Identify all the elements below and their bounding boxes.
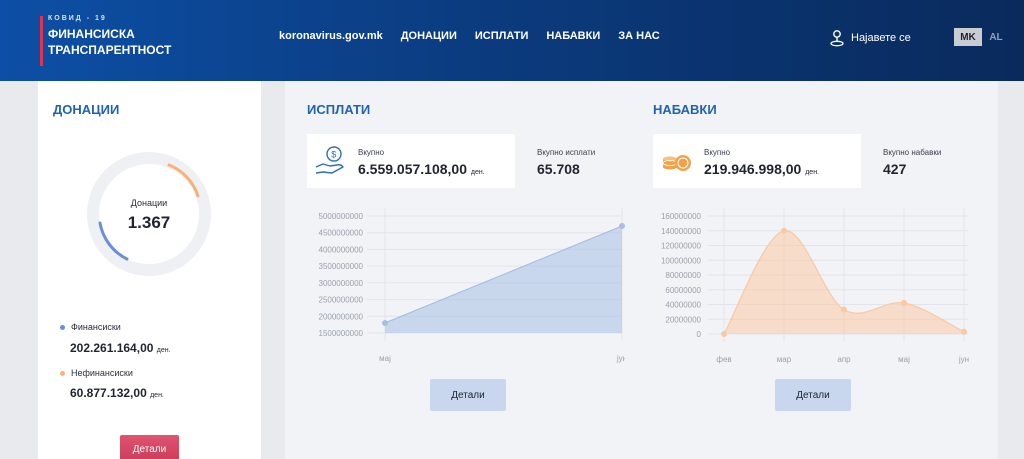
brand-line-1: ФИНАНСИСКА [48, 27, 135, 41]
legend-financial: Финансиски [60, 322, 121, 332]
payments-total-label: Вкупно [358, 148, 385, 157]
money-hand-icon: $ [315, 146, 344, 174]
y-tick-label: 1500000000 [319, 329, 364, 338]
legend-nonfinancial: Нефинансиски [60, 368, 133, 378]
procurements-panel: НАБАВКИ Вкупно 219.946.998,00 ден. Вкупн… [631, 81, 971, 459]
y-tick-label: 3000000000 [319, 279, 364, 288]
y-tick-label: 160000000 [661, 212, 702, 221]
nav-item-site[interactable]: koronavirus.gov.mk [279, 30, 383, 42]
payments-count-value: 65.708 [537, 161, 580, 177]
financial-currency: ден. [156, 347, 171, 354]
procurements-count-value: 427 [883, 161, 907, 177]
procurements-title: НАБАВКИ [653, 102, 717, 117]
y-tick-label: 40000000 [665, 301, 701, 310]
legend-financial-amount: 202.261.164,00 ден. [70, 341, 171, 355]
x-tick-label: мај [379, 354, 391, 363]
payments-currency: ден. [470, 169, 485, 176]
x-tick-label: јун [616, 354, 625, 363]
legend-dot-financial [60, 324, 65, 330]
y-tick-label: 2500000000 [319, 296, 364, 305]
y-tick-label: 20000000 [665, 315, 701, 324]
donut-center-label: Донации [130, 198, 168, 208]
nonfinancial-currency: ден. [150, 392, 164, 399]
payments-count-label: Вкупно исплати [537, 148, 596, 157]
procurements-total-box: Вкупно 219.946.998,00 ден. [653, 134, 861, 188]
data-point [781, 227, 787, 234]
coins-icon [662, 155, 691, 171]
donations-details-button[interactable]: Детали [120, 435, 179, 459]
x-tick-label: мар [777, 355, 792, 364]
y-tick-label: 80000000 [665, 271, 701, 280]
procurements-total-value: 219.946.998,00 [704, 161, 802, 177]
legend-nonfinancial-label: Нефинансиски [71, 368, 133, 378]
y-tick-label: 4000000000 [319, 245, 364, 254]
data-point [619, 223, 625, 230]
payments-title: ИСПЛАТИ [307, 102, 371, 117]
y-tick-label: 3500000000 [319, 262, 364, 271]
login-label: Најавете се [851, 32, 911, 44]
data-point [382, 319, 388, 326]
nav-item-payments[interactable]: ИСПЛАТИ [475, 30, 529, 42]
data-point [841, 306, 847, 313]
data-point [961, 328, 967, 335]
y-tick-label: 2000000000 [319, 312, 364, 321]
data-point [901, 300, 907, 307]
donations-title: ДОНАЦИИ [53, 102, 120, 117]
y-tick-label: 5000000000 [319, 212, 364, 221]
payments-total-box: $ Вкупно 6.559.057.108,00 ден. [307, 134, 515, 188]
nav-item-about[interactable]: ЗА НАС [618, 30, 659, 42]
nav-item-donations[interactable]: ДОНАЦИИ [401, 30, 457, 42]
y-tick-label: 0 [697, 330, 702, 339]
stats-card: ИСПЛАТИ $ Вкупно 6.559.057.108,00 ден. В… [285, 81, 998, 459]
svg-text:$: $ [331, 150, 336, 160]
logo-accent-bar [40, 16, 43, 66]
procurements-total-label: Вкупно [704, 148, 731, 157]
x-tick-label: јун [958, 355, 969, 364]
payments-total-value: 6.559.057.108,00 [358, 161, 467, 177]
series-area [385, 226, 622, 333]
procurements-count-label: Вкупно набавки [883, 148, 942, 157]
donut-center-value: 1.367 [127, 213, 171, 232]
nav-item-procurements[interactable]: НАБАВКИ [546, 30, 600, 42]
legend-financial-label: Финансиски [71, 322, 121, 332]
x-tick-label: фев [716, 355, 731, 364]
user-pin-icon [830, 30, 844, 47]
procurements-chart: 0 20000000 40000000 60000000 80000000 1000000… [661, 208, 969, 364]
y-tick-label: 4500000000 [319, 229, 364, 238]
payments-chart: 1500000000 2000000000 2500000000 3000000000… [319, 208, 625, 363]
lang-mk-button[interactable]: MK [954, 28, 982, 46]
main-nav: koronavirus.gov.mk ДОНАЦИИ ИСПЛАТИ НАБАВ… [279, 30, 660, 42]
y-tick-label: 100000000 [661, 256, 702, 265]
nonfinancial-amount-value: 60.877.132,00 [70, 386, 147, 400]
language-switcher: MK AL [954, 28, 1010, 46]
lang-al-button[interactable]: AL [982, 28, 1010, 46]
procurements-currency: ден. [805, 169, 820, 176]
legend-dot-nonfinancial [60, 370, 65, 376]
procurements-details-button[interactable]: Детали [775, 379, 851, 411]
payments-details-button[interactable]: Детали [430, 379, 506, 411]
financial-amount-value: 202.261.164,00 [70, 341, 154, 355]
top-header: КОВИД - 19 ФИНАНСИСКА ТРАНСПАРЕНТНОСТ ko… [0, 0, 1024, 81]
payments-total-amount: 6.559.057.108,00 ден. [358, 161, 485, 177]
x-tick-label: мај [898, 355, 910, 364]
brand-line-2: ТРАНСПАРЕНТНОСТ [48, 43, 172, 57]
brand-subtitle: КОВИД - 19 [48, 15, 107, 22]
payments-panel: ИСПЛАТИ $ Вкупно 6.559.057.108,00 ден. В… [285, 81, 625, 459]
y-tick-label: 120000000 [661, 242, 702, 251]
donations-card: ДОНАЦИИ Донации 1.367 Финансиски 202.261… [38, 81, 261, 459]
x-tick-label: апр [837, 355, 851, 364]
login-link[interactable]: Најавете се [829, 29, 911, 47]
data-point [721, 331, 727, 337]
y-tick-label: 140000000 [661, 227, 702, 236]
legend-nonfinancial-amount: 60.877.132,00 ден. [70, 386, 164, 400]
y-tick-label: 60000000 [665, 286, 701, 295]
procurements-total-amount: 219.946.998,00 ден. [704, 161, 819, 177]
